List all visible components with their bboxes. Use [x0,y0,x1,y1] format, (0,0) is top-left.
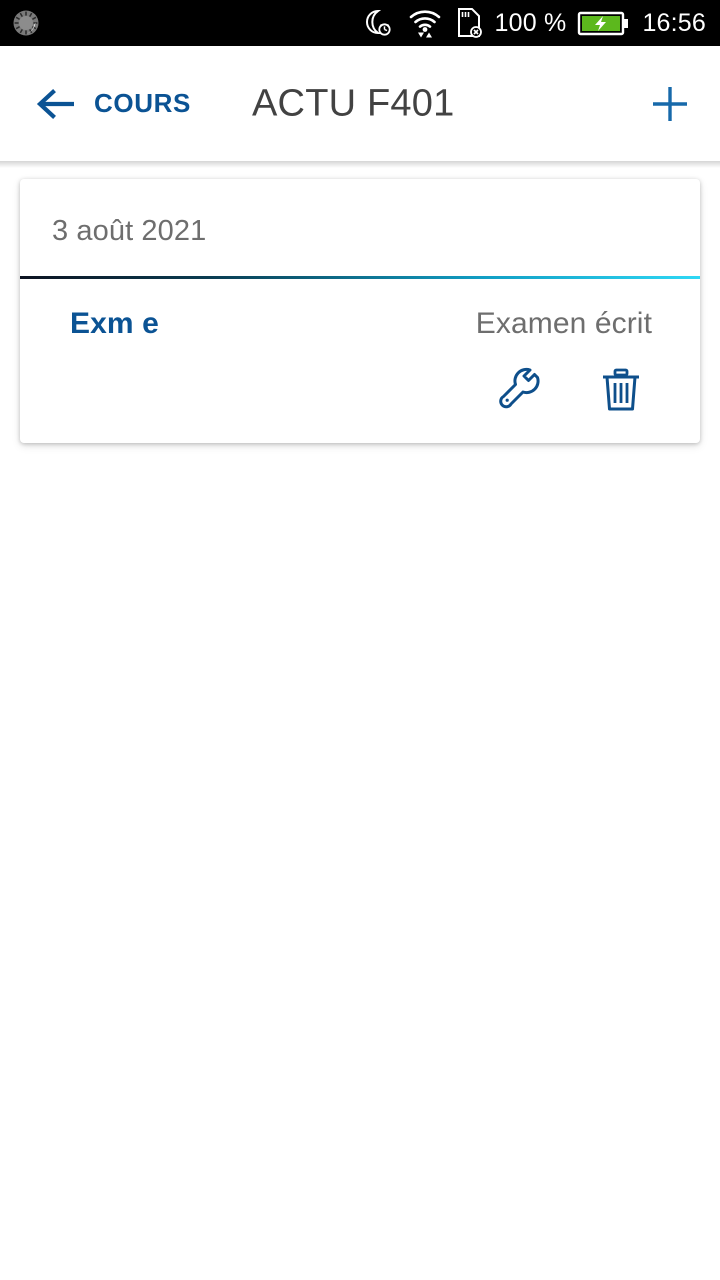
card-header: 3 août 2021 [20,179,700,276]
plus-icon [653,86,687,121]
main-content: 3 août 2021 Exm e Examen écrit [0,161,720,1280]
delete-button[interactable] [594,363,648,417]
wrench-icon [499,367,540,409]
edit-button[interactable] [492,363,546,417]
card-body: Exm e Examen écrit [20,279,700,443]
arrow-left-icon [36,88,74,119]
exam-row-actions [70,363,670,417]
page-title: ACTU F401 [252,82,455,124]
trash-icon [603,368,639,411]
status-bar-right: 100 % 16:56 [362,7,706,39]
sync-dial-icon [13,10,39,36]
app-bar: COURS ACTU F401 [0,46,720,168]
back-button[interactable]: COURS [34,87,191,121]
battery-percent-label: 100 % [494,8,567,37]
exam-row: Exm e Examen écrit [70,307,670,341]
exam-name-label: Exm e [70,307,159,340]
card-date-label: 3 août 2021 [52,215,207,247]
moon-alarm-icon [365,9,391,36]
exam-card: 3 août 2021 Exm e Examen écrit [20,179,700,443]
clock-label: 16:56 [642,8,706,37]
battery-charging-icon [578,11,629,36]
wifi-icon [409,10,440,38]
sd-card-missing-icon [457,8,482,38]
back-button-label: COURS [94,88,191,118]
status-bar: 100 % 16:56 [0,0,720,46]
add-button[interactable] [646,80,694,128]
status-bar-left [12,9,40,37]
exam-type-label: Examen écrit [475,307,652,340]
